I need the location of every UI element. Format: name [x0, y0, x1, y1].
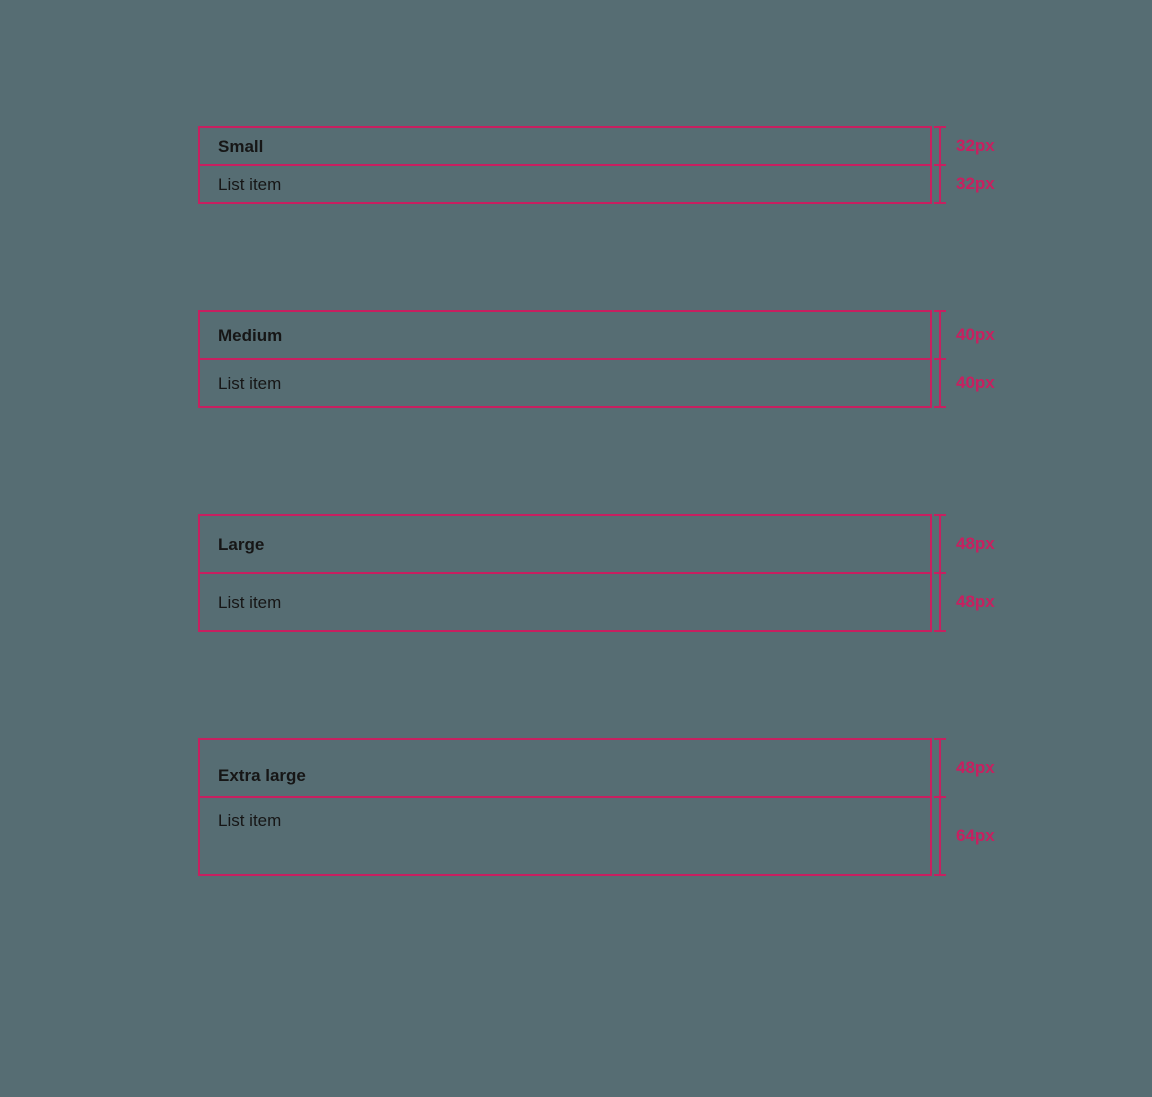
dimension-item: 32px [934, 164, 995, 204]
dimension-item: 64px [934, 796, 995, 876]
item-label: List item [218, 594, 281, 611]
header-row-small: Small [198, 126, 932, 166]
spec-canvas: Small List item 32px 32px Medium [198, 128, 1018, 984]
header-row-medium: Medium [198, 310, 932, 360]
item-label: List item [218, 176, 281, 193]
dimension-value: 64px [956, 826, 995, 846]
dimension-bracket-icon [934, 738, 948, 798]
dimension-annotations-extra-large: 48px 64px [934, 738, 995, 876]
dimension-item: 40px [934, 358, 995, 408]
header-row-extra-large: Extra large [198, 738, 932, 798]
size-group-extra-large: Extra large List item 48px 64px [198, 738, 1018, 876]
dimension-bracket-icon [934, 358, 948, 408]
size-group-medium: Medium List item 40px 40px [198, 310, 1018, 408]
dimension-annotations-large: 48px 48px [934, 514, 995, 632]
item-row-small: List item [198, 164, 932, 204]
dimension-bracket-icon [934, 514, 948, 574]
dimension-value: 40px [956, 373, 995, 393]
dimension-value: 40px [956, 325, 995, 345]
header-label: Small [218, 138, 263, 155]
dimension-bracket-icon [934, 310, 948, 360]
dimension-value: 48px [956, 758, 995, 778]
dimension-header: 48px [934, 738, 995, 798]
dimension-bracket-icon [934, 126, 948, 166]
dimension-value: 32px [956, 174, 995, 194]
dimension-value: 48px [956, 534, 995, 554]
dimension-value: 48px [956, 592, 995, 612]
size-group-small: Small List item 32px 32px [198, 126, 1018, 204]
dimension-item: 48px [934, 572, 995, 632]
item-row-medium: List item [198, 358, 932, 408]
dimension-bracket-icon [934, 796, 948, 876]
dimension-bracket-icon [934, 164, 948, 204]
size-group-large: Large List item 48px 48px [198, 514, 1018, 632]
dimension-annotations-medium: 40px 40px [934, 310, 995, 408]
item-row-extra-large: List item [198, 796, 932, 876]
dimension-bracket-icon [934, 572, 948, 632]
header-row-large: Large [198, 514, 932, 574]
dimension-annotations-small: 32px 32px [934, 126, 995, 204]
header-label: Medium [218, 327, 282, 344]
header-label: Extra large [218, 767, 306, 784]
dimension-value: 32px [956, 136, 995, 156]
header-label: Large [218, 536, 264, 553]
dimension-header: 48px [934, 514, 995, 574]
dimension-header: 40px [934, 310, 995, 360]
item-row-large: List item [198, 572, 932, 632]
item-label: List item [218, 812, 281, 829]
dimension-header: 32px [934, 126, 995, 166]
item-label: List item [218, 375, 281, 392]
